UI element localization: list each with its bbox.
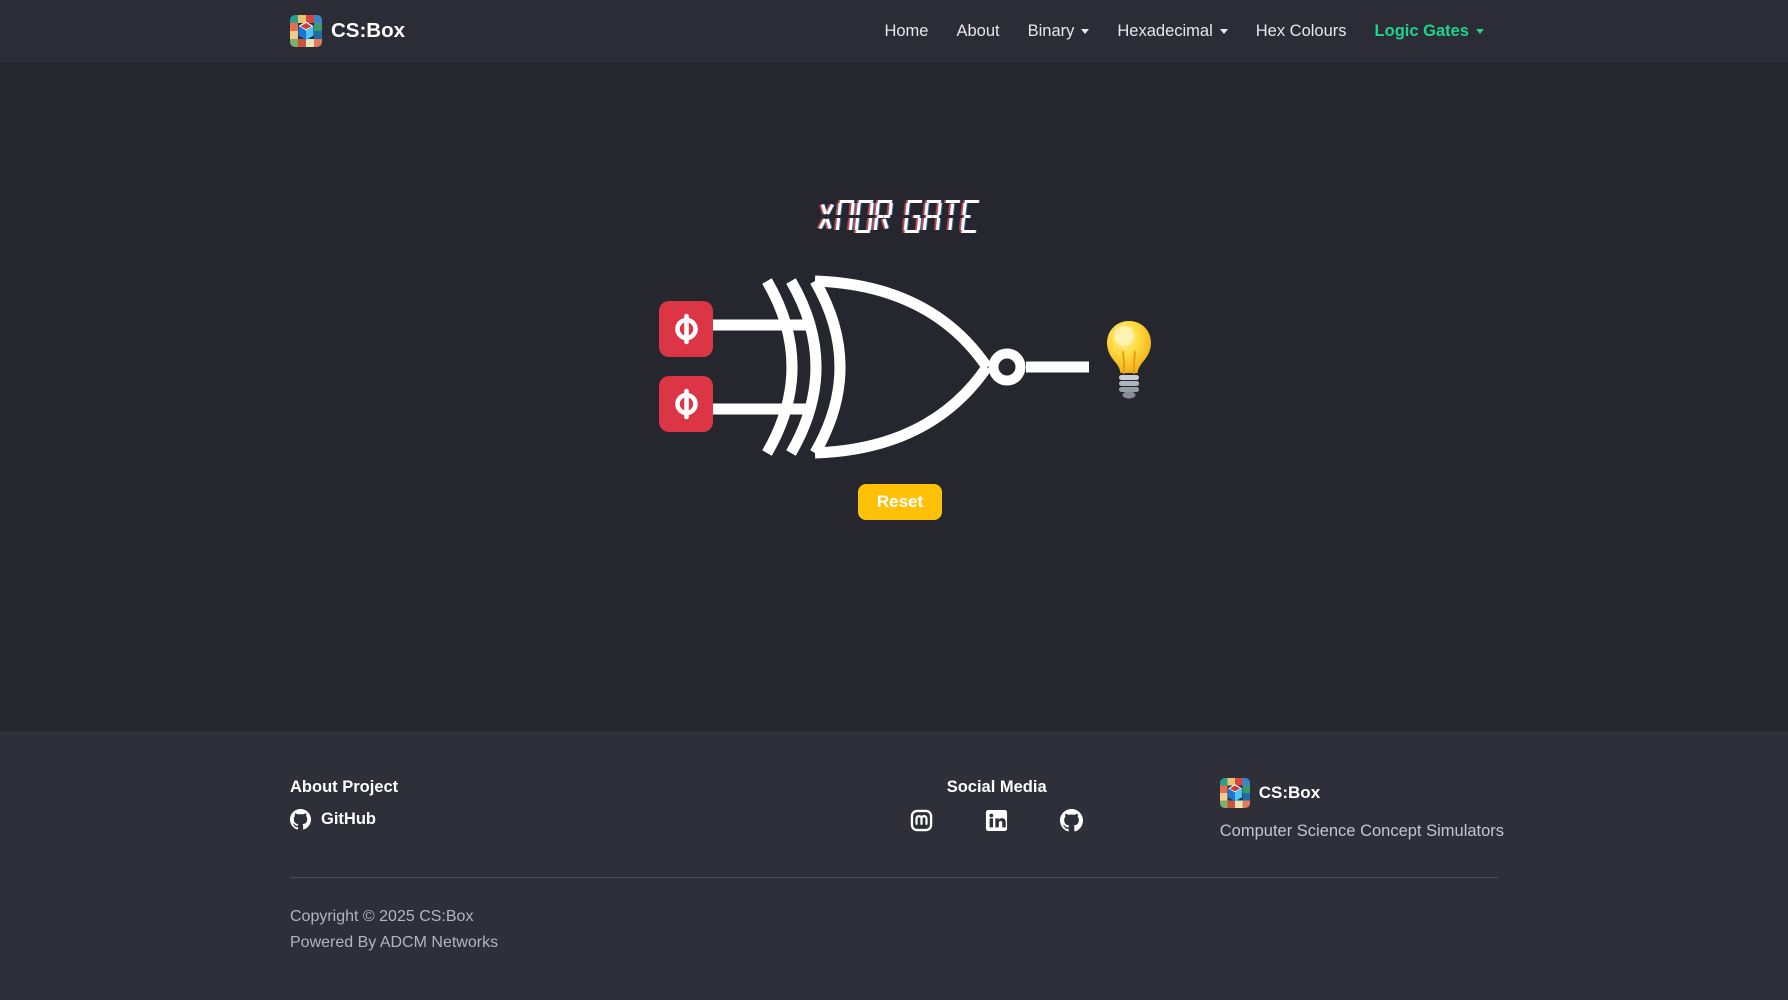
footer: About Project GitHub Social Media (0, 731, 1788, 1000)
nav-item-home[interactable]: Home (870, 14, 942, 49)
lcd-title-display (814, 200, 991, 236)
github-icon (1060, 809, 1083, 832)
footer-github-link[interactable]: GitHub (290, 809, 376, 830)
mastodon-link[interactable] (910, 809, 933, 832)
nav-item-hex-colours[interactable]: Hex Colours (1242, 14, 1361, 49)
main-content: Reset (0, 62, 1788, 731)
nav-item-logic-gates[interactable]: Logic Gates (1361, 14, 1498, 49)
github-icon (290, 809, 311, 830)
chevron-down-icon (1476, 29, 1484, 34)
reset-row: Reset (6, 484, 1788, 520)
copyright-line: Copyright © 2025 CS:Box (290, 904, 1498, 930)
gate-stage (659, 261, 1173, 471)
footer-divider (290, 877, 1498, 878)
github-social-link[interactable] (1060, 809, 1083, 832)
not-bubble (994, 354, 1021, 381)
xor-extra-curve (767, 281, 792, 453)
footer-brand-label: CS:Box (1259, 783, 1320, 803)
input-a-toggle[interactable] (659, 301, 713, 357)
xnor-gate-diagram (713, 261, 1173, 471)
linkedin-link[interactable] (985, 809, 1008, 832)
nav-item-binary[interactable]: Binary (1014, 14, 1104, 49)
copyright-block: Copyright © 2025 CS:Box Powered By ADCM … (290, 904, 1498, 957)
footer-tagline: Computer Science Concept Simulators (1220, 822, 1498, 841)
input-toggles (659, 261, 713, 471)
chevron-down-icon (1220, 29, 1228, 34)
linkedin-icon (985, 809, 1008, 832)
nav-item-about[interactable]: About (942, 14, 1013, 49)
about-heading: About Project (290, 778, 834, 797)
brand-link[interactable]: CS:Box (290, 15, 405, 47)
footer-brand-section: CS:Box Computer Science Concept Simulato… (1160, 778, 1498, 841)
mastodon-icon (910, 809, 933, 832)
power-zero-icon (672, 388, 701, 420)
brand-label: CS:Box (331, 19, 405, 43)
csbox-logo-icon (1220, 778, 1250, 808)
output-bulb (1107, 321, 1151, 399)
navbar: CS:Box Home About Binary Hexadecimal Hex… (0, 0, 1788, 62)
nav-links: Home About Binary Hexadecimal Hex Colour… (870, 14, 1498, 49)
power-zero-icon (672, 313, 701, 345)
csbox-logo-icon (290, 15, 322, 47)
gate-title (8, 200, 1788, 236)
input-b-toggle[interactable] (659, 376, 713, 432)
footer-about-section: About Project GitHub (290, 778, 834, 841)
social-heading: Social Media (834, 778, 1160, 797)
chevron-down-icon (1081, 29, 1089, 34)
reset-button[interactable]: Reset (858, 484, 942, 520)
powered-by-line: Powered By ADCM Networks (290, 930, 1498, 956)
footer-social-section: Social Media (834, 778, 1160, 841)
nav-item-hexadecimal[interactable]: Hexadecimal (1103, 14, 1241, 49)
